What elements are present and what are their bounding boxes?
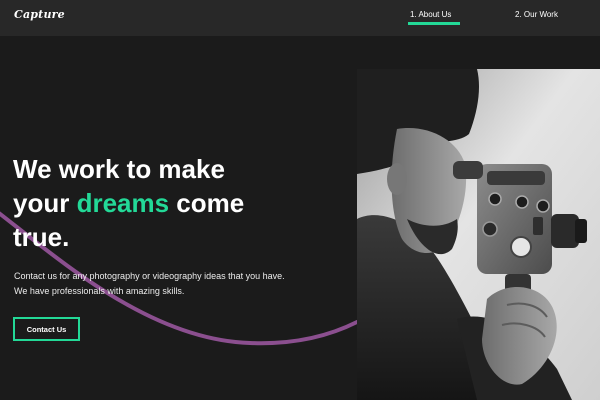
contact-us-button[interactable]: Contact Us: [13, 317, 80, 341]
man-with-film-camera-photo: [357, 69, 600, 400]
landing-page: Capture 1. About Us 2. Our Work We work …: [0, 0, 600, 400]
headline-prefix: your: [13, 188, 77, 218]
headline-line-1: We work to make: [13, 154, 225, 184]
headline-line-3: true.: [13, 222, 70, 252]
description-line-1: Contact us for any photography or videog…: [14, 271, 285, 281]
navbar: Capture 1. About Us 2. Our Work: [0, 0, 600, 36]
logo[interactable]: Capture: [14, 8, 65, 21]
hero-description: Contact us for any photography or videog…: [14, 269, 344, 299]
headline-suffix: come: [169, 188, 245, 218]
nav-link-about-us[interactable]: 1. About Us: [410, 10, 451, 19]
headline-accent-word: dreams: [76, 188, 170, 218]
hero-headline: We work to make your dreams come true.: [13, 152, 343, 254]
nav-link-our-work[interactable]: 2. Our Work: [515, 10, 558, 19]
nav-active-underline: [408, 22, 460, 25]
description-line-2: We have professionals with amazing skill…: [14, 286, 185, 296]
hero-image: [357, 69, 600, 400]
